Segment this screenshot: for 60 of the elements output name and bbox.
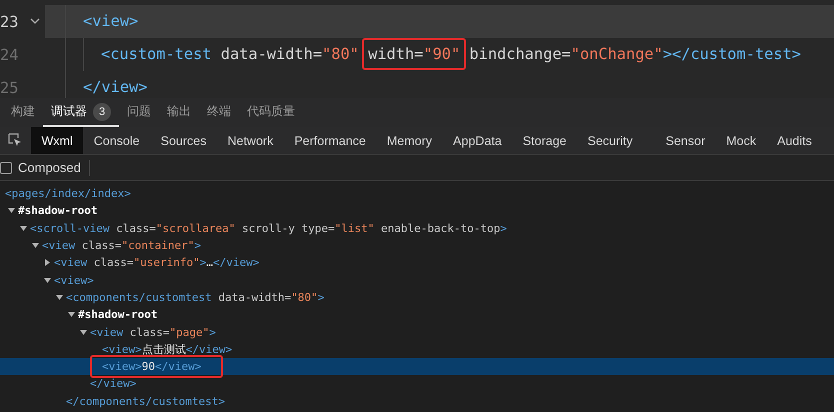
panel-tab[interactable]: 问题 [119, 98, 159, 127]
devtools-tab[interactable]: Performance [284, 127, 376, 154]
tree-node-text: #shadow-root [78, 308, 158, 322]
devtools-tab[interactable]: Wxml [31, 127, 84, 154]
panel-tab[interactable]: 终端 [199, 98, 239, 127]
tree-row[interactable]: <view class="page"> [0, 323, 834, 341]
devtools-tab[interactable]: Sources [150, 127, 217, 154]
tree-row[interactable]: <view> [0, 271, 834, 289]
tree-row[interactable]: <scroll-view class="scrollarea" scroll-y type="list" enable-back-to-top> [0, 220, 834, 237]
tree-row[interactable]: #shadow-root [0, 306, 834, 324]
expanded-arrow-icon[interactable] [80, 328, 87, 336]
tree-row[interactable]: <view>点击测试</view> [0, 340, 834, 358]
composed-checkbox[interactable] [0, 162, 12, 174]
tree-node-text: <view class="userinfo">…</view> [54, 256, 260, 270]
inspect-cursor-icon[interactable] [8, 133, 23, 148]
tree-node-text: <view>90</view> [90, 355, 224, 378]
code-line: <view> [83, 11, 138, 32]
tree-node-text: <view class="page"> [90, 326, 216, 339]
panel-tab[interactable]: 输出 [159, 98, 199, 127]
tree-row[interactable]: <view>90</view> [0, 358, 834, 376]
code-line: <custom-test data-width="80" width="90" bindchange="onChange"></custom-test> [101, 39, 801, 70]
devtools-tab[interactable]: AppData [442, 127, 512, 154]
code-line: </view> [83, 77, 148, 98]
devtools-tab[interactable]: Memory [376, 127, 443, 154]
devtools-tab[interactable]: Mock [716, 127, 767, 154]
line-number: 23 [0, 12, 20, 30]
expanded-arrow-icon[interactable] [8, 207, 15, 214]
devtools-tab[interactable]: Sensor [655, 127, 716, 154]
tree-row[interactable]: <pages/index/index> [0, 185, 834, 202]
devtools-tab[interactable]: Network [216, 127, 284, 154]
tree-node-text: <pages/index/index> [5, 187, 131, 200]
tree-node-text: <scroll-view class="scrollarea" scroll-y type="list" enable-back-to-top> [30, 222, 507, 235]
panel-tab[interactable]: 代码质量 [239, 98, 303, 127]
tree-row[interactable]: <view class="container"> [0, 236, 834, 254]
devtools-tab[interactable]: Console [83, 127, 150, 154]
tree-row[interactable]: <view class="userinfo">…</view> [0, 254, 834, 272]
expanded-arrow-icon[interactable] [56, 294, 63, 301]
devtools-tab[interactable]: Security [576, 127, 644, 154]
tree-node-text: </components/customtest> [66, 394, 225, 408]
tree-node-text: </view> [90, 377, 136, 390]
tree-node-text: <components/customtest data-width="80"> [66, 290, 324, 304]
devtools-tab[interactable]: Audits [766, 127, 822, 154]
devtools-tab[interactable]: Storage [512, 127, 577, 154]
expanded-arrow-icon[interactable] [32, 242, 39, 250]
fold-chevron-icon[interactable] [30, 18, 40, 25]
expanded-arrow-icon[interactable] [44, 276, 51, 284]
tree-row[interactable]: <components/customtest data-width="80"> [0, 288, 834, 306]
checkbox-label: Composed [18, 160, 81, 175]
line-number: 25 [0, 78, 20, 96]
tree-node-text: <view>点击测试</view> [102, 342, 232, 357]
expanded-arrow-icon[interactable] [20, 224, 27, 232]
count-badge: 3 [93, 102, 111, 120]
panel-tab[interactable]: 构建 [3, 98, 43, 127]
tree-node-text: <view class="container"> [42, 239, 201, 252]
tree-node-text: #shadow-root [18, 204, 98, 218]
tree-node-text: <view> [54, 274, 94, 287]
tree-row[interactable]: #shadow-root [0, 202, 834, 220]
collapsed-arrow-icon[interactable] [44, 259, 51, 266]
line-number: 24 [0, 46, 20, 64]
expanded-arrow-icon[interactable] [68, 311, 75, 318]
